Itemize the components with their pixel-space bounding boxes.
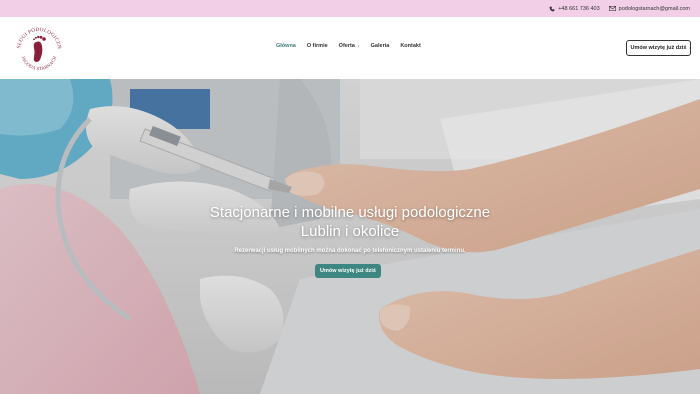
nav-item-offer[interactable]: Oferta ↓ [339, 43, 360, 49]
site-header: USŁUGI PODOLOGICZNE JAGODA STARNACH Głów… [0, 17, 700, 79]
hero-subtitle: Rezerwacji usług mobilnych można dokonać… [234, 248, 466, 254]
book-visit-hero-button[interactable]: Umów wizytę już dziś [315, 264, 381, 278]
book-visit-header-button[interactable]: Umów wizytę już dziś [626, 40, 691, 56]
foot-logo-icon: USŁUGI PODOLOGICZNE JAGODA STARNACH [12, 17, 62, 71]
hero-title-line-1: Stacjonarne i mobilne usługi podologiczn… [209, 204, 491, 221]
phone-contact[interactable]: +48 661 736 403 [549, 6, 600, 12]
hero-title-line-2: Lublin i okolice [300, 223, 400, 240]
hero-title: Stacjonarne i mobilne usługi podologiczn… [150, 203, 550, 241]
nav-item-gallery[interactable]: Galeria [371, 43, 390, 49]
top-contact-bar: +48 661 736 403 podologstarnach@gmail.co… [0, 0, 700, 17]
main-nav: Główna O firmie Oferta ↓ Galeria Kontakt [276, 43, 421, 49]
mail-icon [608, 6, 616, 11]
email-address[interactable]: podologstarnach@gmail.com [619, 6, 690, 12]
phone-number[interactable]: +48 661 736 403 [558, 6, 599, 12]
phone-icon [549, 6, 555, 11]
site-logo[interactable]: USŁUGI PODOLOGICZNE JAGODA STARNACH [12, 17, 64, 75]
nav-item-offer-label: Oferta [338, 43, 355, 49]
nav-item-about[interactable]: O firmie [307, 43, 328, 49]
hero-section: Stacjonarne i mobilne usługi podologiczn… [0, 79, 700, 394]
nav-item-home[interactable]: Główna [276, 43, 296, 49]
chevron-down-icon: ↓ [357, 43, 360, 48]
nav-item-contact[interactable]: Kontakt [400, 43, 420, 49]
email-contact[interactable]: podologstarnach@gmail.com [608, 6, 690, 12]
